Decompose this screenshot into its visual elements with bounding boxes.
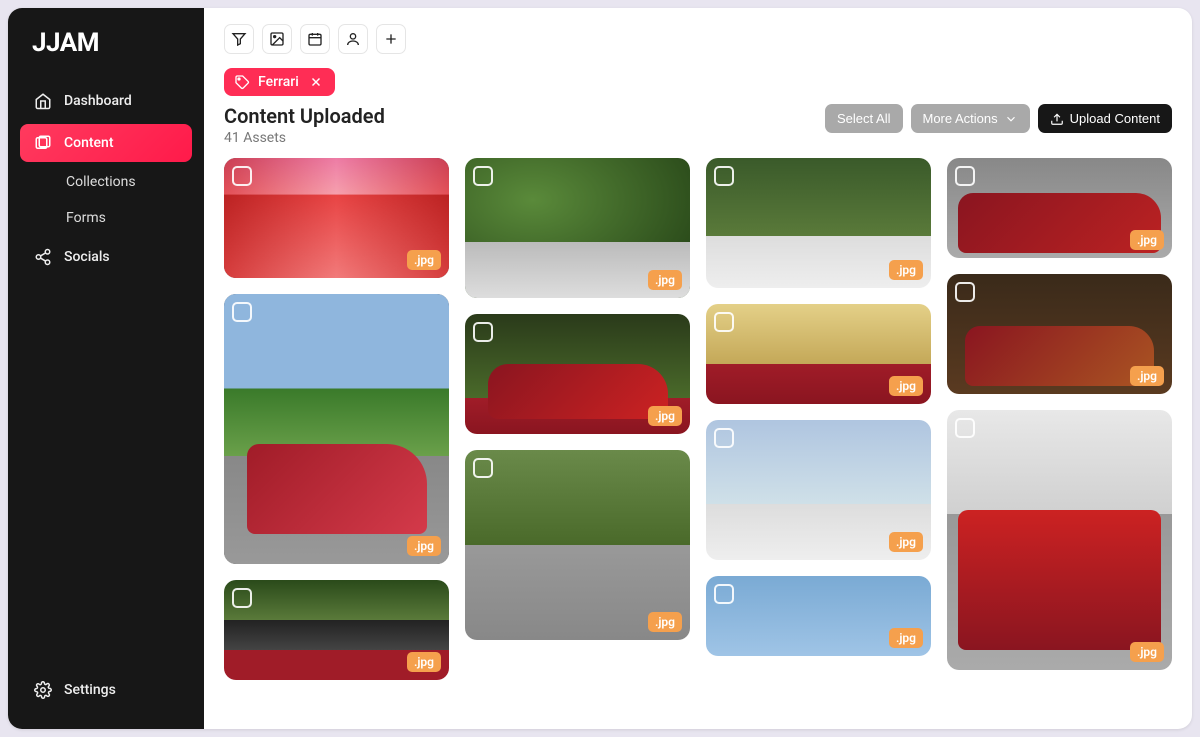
filter-icon	[231, 31, 247, 47]
asset-card[interactable]: .jpg	[947, 410, 1172, 670]
page-title: Content Uploaded	[224, 104, 385, 128]
button-label: More Actions	[923, 111, 998, 126]
sidebar-item-settings[interactable]: Settings	[20, 671, 192, 709]
chevron-left-icon	[160, 29, 188, 57]
filter-chip-label: Ferrari	[258, 74, 299, 90]
file-ext-badge: .jpg	[648, 612, 682, 632]
filter-chip-remove[interactable]	[307, 73, 325, 91]
main-content: Ferrari Content Uploaded 41 Assets Selec…	[204, 8, 1192, 729]
image-toggle-button[interactable]	[262, 24, 292, 54]
asset-checkbox[interactable]	[714, 584, 734, 604]
share-icon	[34, 248, 52, 266]
asset-card[interactable]: .jpg	[706, 304, 931, 404]
sidebar-header: JJAM	[8, 20, 204, 74]
filter-chip-ferrari[interactable]: Ferrari	[224, 68, 335, 96]
date-filter-button[interactable]	[300, 24, 330, 54]
file-ext-badge: .jpg	[889, 260, 923, 280]
asset-checkbox[interactable]	[473, 458, 493, 478]
calendar-icon	[307, 31, 323, 47]
gear-icon	[34, 681, 52, 699]
sidebar-item-socials[interactable]: Socials	[20, 238, 192, 276]
action-bar: Select All More Actions Upload Content	[825, 104, 1172, 133]
button-label: Select All	[837, 111, 890, 126]
asset-checkbox[interactable]	[714, 166, 734, 186]
more-actions-button[interactable]: More Actions	[911, 104, 1030, 133]
asset-card[interactable]: .jpg	[224, 580, 449, 680]
file-ext-badge: .jpg	[648, 270, 682, 290]
file-ext-badge: .jpg	[648, 406, 682, 426]
asset-checkbox[interactable]	[473, 322, 493, 342]
asset-card[interactable]: .jpg	[947, 274, 1172, 394]
asset-card[interactable]: .jpg	[947, 158, 1172, 258]
file-ext-badge: .jpg	[1130, 230, 1164, 250]
asset-checkbox[interactable]	[714, 312, 734, 332]
gallery-icon	[34, 134, 52, 152]
asset-checkbox[interactable]	[232, 166, 252, 186]
sidebar-nav: Dashboard Content Collections Forms Soci…	[8, 74, 204, 663]
button-label: Upload Content	[1070, 111, 1160, 126]
add-filter-button[interactable]	[376, 24, 406, 54]
asset-card[interactable]: .jpg	[224, 294, 449, 564]
select-all-button[interactable]: Select All	[825, 104, 902, 133]
sidebar-item-label: Dashboard	[64, 93, 132, 109]
tag-icon	[234, 74, 250, 90]
upload-icon	[1050, 112, 1064, 126]
asset-thumbnail	[224, 294, 449, 564]
filter-button[interactable]	[224, 24, 254, 54]
file-ext-badge: .jpg	[407, 536, 441, 556]
title-block: Content Uploaded 41 Assets	[224, 104, 385, 146]
person-filter-button[interactable]	[338, 24, 368, 54]
sidebar-item-label: Collections	[66, 174, 136, 190]
asset-checkbox[interactable]	[232, 302, 252, 322]
asset-count: 41 Assets	[224, 130, 385, 146]
sidebar-footer: Settings	[8, 663, 204, 717]
sidebar-subitem-collections[interactable]: Collections	[20, 166, 192, 198]
app-window: JJAM Dashboard Content Collections	[8, 8, 1192, 729]
asset-checkbox[interactable]	[232, 588, 252, 608]
asset-card[interactable]: .jpg	[465, 450, 690, 640]
asset-checkbox[interactable]	[473, 166, 493, 186]
gallery-scroll[interactable]: .jpg .jpg .jpg .jpg	[204, 158, 1192, 729]
upload-content-button[interactable]: Upload Content	[1038, 104, 1172, 133]
file-ext-badge: .jpg	[889, 376, 923, 396]
sidebar-item-label: Settings	[64, 682, 116, 698]
toolbar	[204, 8, 1192, 54]
sidebar: JJAM Dashboard Content Collections	[8, 8, 204, 729]
asset-card[interactable]: .jpg	[465, 314, 690, 434]
asset-card[interactable]: .jpg	[706, 158, 931, 288]
brand-logo: JJAM	[32, 28, 99, 58]
sidebar-subitem-forms[interactable]: Forms	[20, 202, 192, 234]
file-ext-badge: .jpg	[1130, 642, 1164, 662]
sidebar-item-content[interactable]: Content	[20, 124, 192, 162]
asset-card[interactable]: .jpg	[706, 576, 931, 656]
asset-checkbox[interactable]	[955, 166, 975, 186]
asset-card[interactable]: .jpg	[465, 158, 690, 298]
file-ext-badge: .jpg	[407, 652, 441, 672]
file-ext-badge: .jpg	[889, 532, 923, 552]
asset-thumbnail	[947, 410, 1172, 670]
asset-checkbox[interactable]	[955, 282, 975, 302]
asset-card[interactable]: .jpg	[706, 420, 931, 560]
home-icon	[34, 92, 52, 110]
asset-checkbox[interactable]	[714, 428, 734, 448]
sidebar-item-label: Forms	[66, 210, 106, 226]
file-ext-badge: .jpg	[1130, 366, 1164, 386]
asset-gallery: .jpg .jpg .jpg .jpg	[224, 158, 1172, 709]
file-ext-badge: .jpg	[889, 628, 923, 648]
asset-checkbox[interactable]	[955, 418, 975, 438]
user-icon	[345, 31, 361, 47]
content-header-row: Content Uploaded 41 Assets Select All Mo…	[204, 96, 1192, 158]
close-icon	[309, 75, 323, 89]
sidebar-item-dashboard[interactable]: Dashboard	[20, 82, 192, 120]
file-ext-badge: .jpg	[407, 250, 441, 270]
plus-icon	[383, 31, 399, 47]
image-icon	[269, 31, 285, 47]
sidebar-item-label: Content	[64, 135, 114, 151]
filter-chip-row: Ferrari	[204, 54, 1192, 96]
collapse-sidebar-button[interactable]	[160, 29, 188, 57]
sidebar-item-label: Socials	[64, 249, 110, 265]
chevron-down-icon	[1004, 112, 1018, 126]
asset-card[interactable]: .jpg	[224, 158, 449, 278]
